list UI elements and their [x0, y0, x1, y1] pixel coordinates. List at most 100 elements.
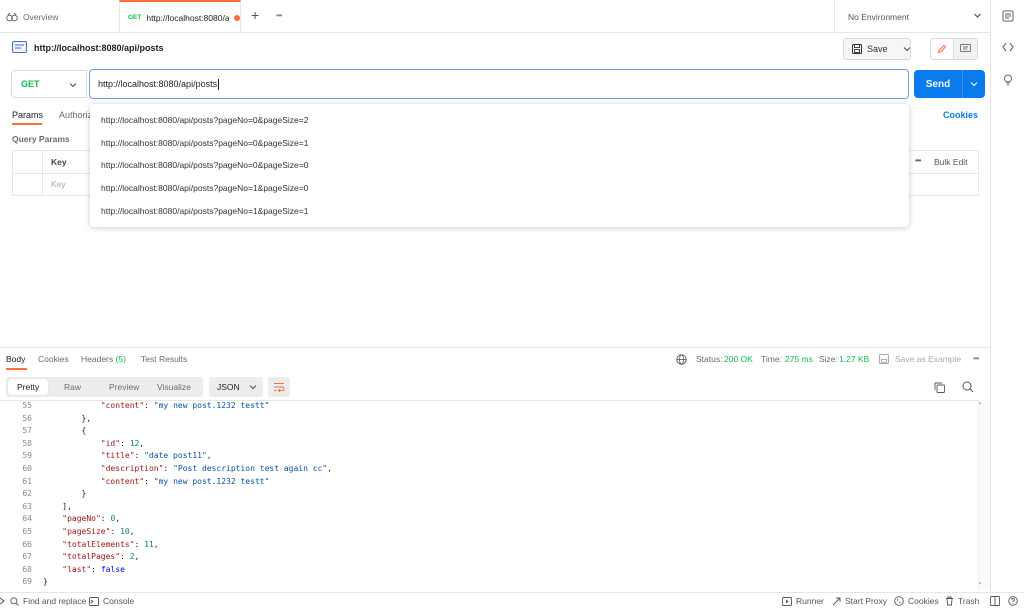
format-select[interactable]: JSON	[209, 377, 263, 397]
globe-icon	[676, 354, 687, 365]
url-suggestion-item[interactable]: http://localhost:8080/api/posts?pageNo=0…	[90, 154, 909, 177]
overview-icon	[6, 12, 18, 22]
status-bar: Find and replace Console Runner Start Pr…	[0, 592, 1024, 610]
save-icon	[879, 354, 889, 364]
url-suggestion-item[interactable]: http://localhost:8080/api/posts?pageNo=1…	[90, 177, 909, 200]
line-number: 62	[22, 489, 32, 499]
start-proxy-button[interactable]: Start Proxy	[832, 596, 887, 606]
view-pretty[interactable]: Pretty	[8, 379, 49, 395]
tab-cookies[interactable]: Cookies	[38, 354, 69, 364]
sidebar-toggle-icon[interactable]	[0, 596, 6, 606]
time-value[interactable]: 275 ms	[785, 354, 813, 364]
cookies-link[interactable]: Cookies	[943, 110, 978, 120]
trash-button[interactable]: Trash	[945, 596, 979, 606]
line-number: 67	[22, 552, 32, 562]
tab-overview[interactable]: Overview	[6, 0, 58, 33]
environment-label: No Environment	[848, 11, 909, 22]
lightbulb-icon[interactable]	[1003, 74, 1013, 86]
tab-test-results[interactable]: Test Results	[141, 354, 187, 364]
size-label: Size:	[819, 354, 838, 364]
line-number: 64	[22, 514, 32, 524]
code-line: }	[43, 489, 87, 499]
layout-icon[interactable]	[990, 596, 1000, 606]
console-button[interactable]: Console	[89, 596, 134, 606]
bulk-edit-button[interactable]: Bulk Edit	[934, 157, 968, 167]
help-icon[interactable]	[1008, 596, 1018, 606]
more-options-button[interactable]: •••	[915, 156, 921, 165]
code-line: }	[43, 577, 48, 587]
code-icon[interactable]	[1002, 42, 1014, 52]
pane-divider[interactable]	[0, 347, 990, 348]
tab-authorization[interactable]: Authoriz	[59, 110, 92, 120]
format-label: JSON	[217, 382, 240, 392]
tab-title: http://localhost:8080/a	[146, 12, 230, 23]
environment-select[interactable]: No Environment	[834, 0, 990, 33]
save-as-example-button[interactable]: Save as Example	[895, 354, 961, 364]
request-name[interactable]: http://localhost:8080/api/posts	[34, 43, 164, 53]
chevron-down-icon[interactable]	[970, 80, 978, 88]
tab-request-active[interactable]: GET http://localhost:8080/a	[119, 0, 241, 33]
comment-icon[interactable]	[954, 39, 977, 59]
query-params-label: Query Params	[12, 134, 70, 144]
tab-params[interactable]: Params	[12, 110, 43, 120]
view-visualize[interactable]: Visualize	[148, 377, 200, 397]
url-input[interactable]: http://localhost:8080/api/posts	[89, 69, 909, 99]
trash-label: Trash	[958, 596, 980, 606]
response-body-code[interactable]: 55 "content": "my new post.1232 testt" 56…	[0, 400, 978, 590]
cookies-button[interactable]: Cookies	[894, 596, 939, 606]
line-number: 61	[22, 476, 32, 486]
key-input[interactable]: Key	[51, 179, 66, 189]
code-line: "content": "my new post.1232 testt"	[100, 476, 270, 486]
view-raw[interactable]: Raw	[55, 377, 90, 397]
http-request-icon	[12, 41, 27, 53]
url-suggestion-item[interactable]: http://localhost:8080/api/posts?pageNo=0…	[90, 132, 909, 155]
save-button[interactable]: Save	[843, 38, 911, 60]
pencil-icon[interactable]	[931, 39, 955, 59]
line-number: 63	[22, 501, 32, 511]
line-number: 59	[22, 451, 32, 461]
unsaved-dot-icon	[234, 14, 240, 21]
code-line: "pageNo": 0,	[62, 514, 121, 524]
find-replace-label: Find and replace	[23, 596, 87, 606]
cookie-icon	[894, 596, 904, 606]
size-value[interactable]: 1.27 KB	[839, 354, 869, 364]
url-value: http://localhost:8080/api/posts	[98, 79, 218, 89]
more-tabs-button[interactable]: •••	[276, 11, 282, 20]
code-line: "pageSize": 10,	[62, 527, 135, 536]
chevron-down-icon	[249, 383, 257, 391]
key-column-header: Key	[51, 157, 67, 167]
tab-overview-label: Overview	[23, 11, 59, 22]
trash-icon	[946, 596, 953, 606]
scrollbar[interactable]: ▪ ▪	[978, 400, 990, 590]
wrap-lines-icon[interactable]	[268, 377, 290, 397]
tab-body[interactable]: Body	[6, 354, 25, 364]
view-mode-toggle	[930, 38, 978, 60]
url-suggestion-item[interactable]: http://localhost:8080/api/posts?pageNo=0…	[90, 109, 909, 132]
scroll-marker-icon: ▪	[979, 581, 982, 587]
line-number: 65	[22, 527, 32, 536]
copy-icon[interactable]	[934, 382, 945, 393]
new-tab-button[interactable]: +	[251, 7, 259, 23]
status-value: 200 OK	[724, 354, 753, 364]
line-number: 55	[22, 401, 32, 410]
environment-quick-look-icon[interactable]	[1002, 10, 1014, 22]
view-preview[interactable]: Preview	[100, 377, 148, 397]
tab-headers[interactable]: Headers (5)	[81, 354, 126, 364]
save-label: Save	[867, 44, 888, 54]
chevron-down-icon	[69, 81, 77, 89]
code-line: ],	[43, 501, 72, 511]
tab-method: GET	[128, 14, 142, 21]
search-icon[interactable]	[962, 381, 974, 393]
console-icon	[89, 596, 99, 606]
line-number: 56	[22, 413, 32, 423]
method-select[interactable]: GET	[11, 70, 87, 98]
more-options-button[interactable]: •••	[973, 354, 979, 363]
save-icon	[852, 44, 862, 54]
runner-button[interactable]: Runner	[782, 596, 824, 606]
find-replace-button[interactable]: Find and replace	[10, 596, 86, 606]
url-suggestion-item[interactable]: http://localhost:8080/api/posts?pageNo=1…	[90, 199, 909, 222]
tab-headers-label: Headers	[81, 354, 114, 364]
right-sidebar	[990, 0, 1024, 592]
chevron-down-icon[interactable]	[903, 45, 911, 53]
send-button[interactable]: Send	[914, 70, 985, 98]
